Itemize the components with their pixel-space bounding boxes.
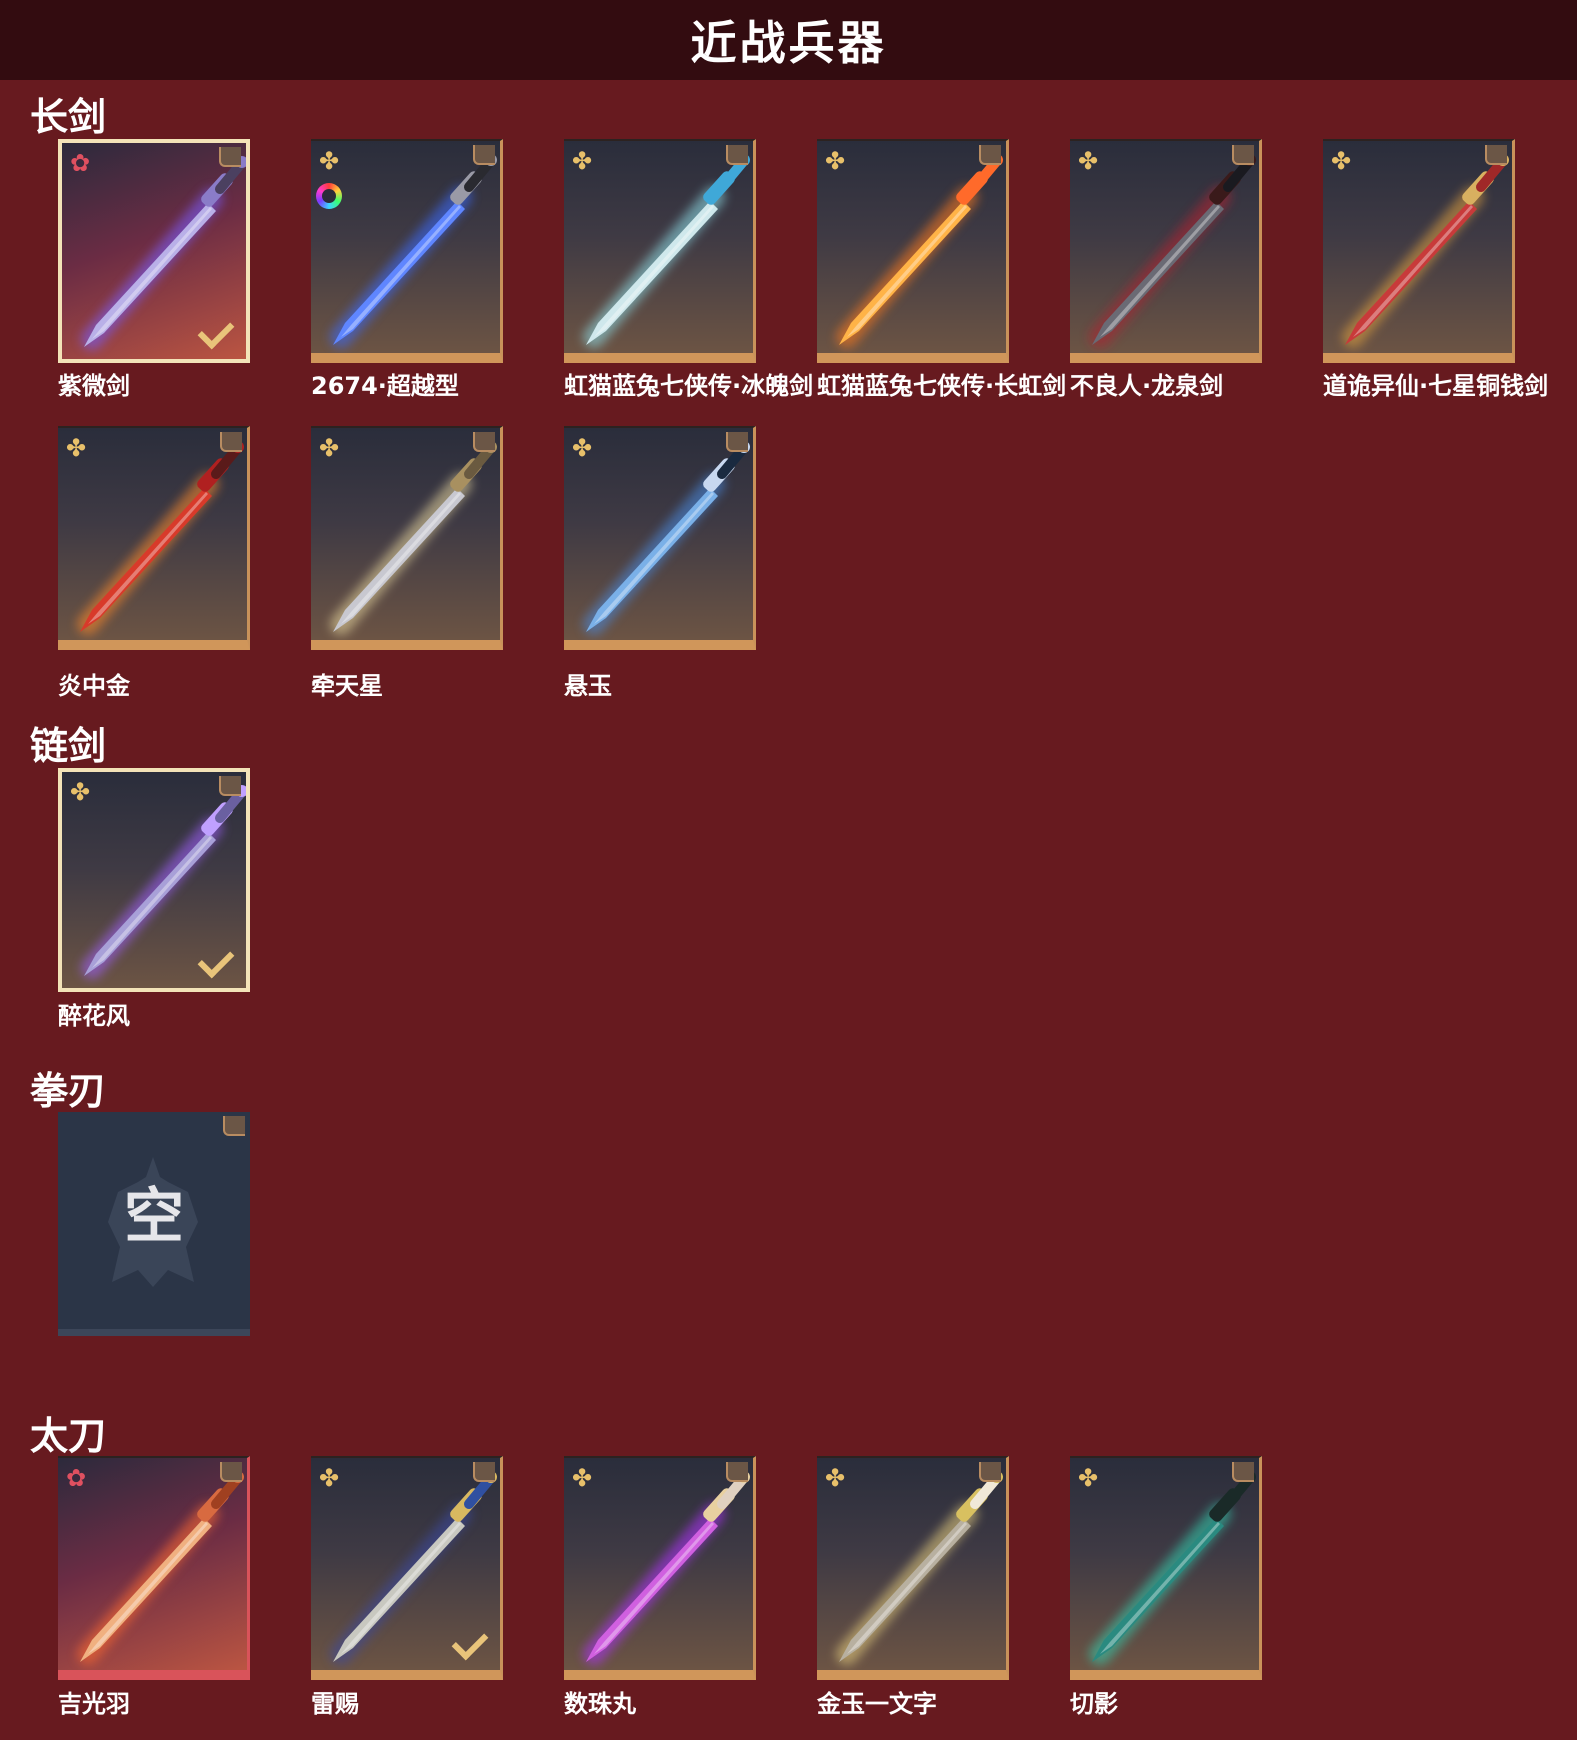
weapon-name: 虹猫蓝兔七侠传·长虹剑 <box>817 372 1067 400</box>
weapon-name: 切影 <box>1070 1690 1118 1718</box>
header-bar: 近战兵器 <box>0 0 1577 80</box>
card-frame: 空 <box>58 1112 250 1336</box>
card-frame: ✤ <box>817 1456 1009 1680</box>
section-title-fist-blade: 拳刃 <box>30 1069 107 1113</box>
weapon-name: 2674·超越型 <box>311 372 459 400</box>
card-frame: ✤ <box>1323 139 1515 363</box>
gold-flower-icon: ✤ <box>572 1464 593 1492</box>
weapon-card-qiantianxing[interactable]: ✤ <box>311 426 503 650</box>
corner-tag-icon <box>220 432 242 452</box>
corner-tag-icon <box>473 1462 495 1482</box>
weapon-card-zuihuafeng[interactable]: ✤ <box>58 768 250 992</box>
section-title-chain-sword: 链剑 <box>30 724 107 768</box>
card-frame: ✿ <box>58 139 250 363</box>
weapon-art <box>1089 154 1256 348</box>
card-frame: ✤ <box>311 426 503 650</box>
corner-tag-icon <box>223 1116 245 1136</box>
corner-tag-icon <box>726 432 748 452</box>
weapon-card-yanzhongjin[interactable]: ✤ <box>58 426 250 650</box>
corner-tag-icon <box>979 1462 1001 1482</box>
weapon-art <box>330 154 497 348</box>
corner-tag-icon <box>219 776 241 796</box>
corner-tag-icon <box>1232 145 1254 165</box>
card-frame: ✤ <box>311 1456 503 1680</box>
weapon-name: 雷赐 <box>311 1690 359 1718</box>
card-frame: ✤ <box>817 139 1009 363</box>
corner-tag-icon <box>726 145 748 165</box>
weapon-art <box>836 154 1003 348</box>
weapon-card-2674[interactable]: ✤ <box>311 139 503 363</box>
card-frame: ✿ <box>58 1456 250 1680</box>
corner-tag-icon <box>726 1462 748 1482</box>
gold-flower-icon: ✤ <box>1078 1464 1099 1492</box>
corner-tag-icon <box>473 145 495 165</box>
weapon-art <box>77 441 244 635</box>
gold-flower-icon: ✤ <box>70 778 91 806</box>
corner-tag-icon <box>1485 145 1507 165</box>
corner-tag-icon <box>979 145 1001 165</box>
section-title-tachi: 太刀 <box>30 1414 107 1458</box>
card-frame: ✤ <box>58 426 250 650</box>
weapon-card-shuzhuwan[interactable]: ✤ <box>564 1456 756 1680</box>
weapon-name: 不良人·龙泉剑 <box>1070 372 1224 400</box>
weapon-name: 醉花风 <box>58 1002 130 1030</box>
gold-flower-icon: ✤ <box>825 1464 846 1492</box>
red-star-icon: ✿ <box>66 1464 87 1492</box>
weapon-name: 道诡异仙·七星铜钱剑 <box>1323 372 1549 400</box>
gold-flower-icon: ✤ <box>572 147 593 175</box>
weapon-card-longquan-sword[interactable]: ✤ <box>1070 139 1262 363</box>
gold-flower-icon: ✤ <box>1078 147 1099 175</box>
weapon-art <box>77 1471 244 1665</box>
weapon-card-jiguangyu[interactable]: ✿ <box>58 1456 250 1680</box>
card-frame: ✤ <box>1070 1456 1262 1680</box>
weapon-card-changhong-sword[interactable]: ✤ <box>817 139 1009 363</box>
card-frame: ✤ <box>1070 139 1262 363</box>
card-frame: ✤ <box>311 139 503 363</box>
weapon-art <box>583 1471 750 1665</box>
weapon-name: 金玉一文字 <box>817 1690 937 1718</box>
weapon-name: 吉光羽 <box>58 1690 130 1718</box>
card-frame: ✤ <box>564 426 756 650</box>
weapon-card-bingpo-sword[interactable]: ✤ <box>564 139 756 363</box>
empty-weapon-slot[interactable]: 空 <box>58 1112 250 1336</box>
weapon-name: 炎中金 <box>58 672 130 700</box>
gold-flower-icon: ✤ <box>572 434 593 462</box>
weapon-card-ziwei-sword[interactable]: ✿ <box>58 139 250 363</box>
weapon-card-jinyu-ichimonji[interactable]: ✤ <box>817 1456 1009 1680</box>
page-title: 近战兵器 <box>690 16 887 70</box>
gold-flower-icon: ✤ <box>319 147 340 175</box>
weapon-art <box>836 1471 1003 1665</box>
section-title-longsword: 长剑 <box>30 95 107 139</box>
red-star-icon: ✿ <box>70 149 91 177</box>
gold-flower-icon: ✤ <box>66 434 87 462</box>
weapon-name: 紫微剑 <box>58 372 130 400</box>
color-wheel-icon <box>316 183 342 209</box>
gold-flower-icon: ✤ <box>825 147 846 175</box>
weapon-name: 悬玉 <box>564 672 612 700</box>
weapon-card-xuanyu[interactable]: ✤ <box>564 426 756 650</box>
card-frame: ✤ <box>58 768 250 992</box>
weapon-art <box>330 441 497 635</box>
corner-tag-icon <box>220 1462 242 1482</box>
corner-tag-icon <box>219 147 241 167</box>
card-frame: ✤ <box>564 1456 756 1680</box>
weapon-name: 虹猫蓝兔七侠传·冰魄剑 <box>564 372 814 400</box>
corner-tag-icon <box>473 432 495 452</box>
corner-tag-icon <box>1232 1462 1254 1482</box>
weapon-card-qieying[interactable]: ✤ <box>1070 1456 1262 1680</box>
gold-flower-icon: ✤ <box>319 434 340 462</box>
weapon-name: 数珠丸 <box>564 1690 636 1718</box>
weapon-card-qixing-coin-sword[interactable]: ✤ <box>1323 139 1515 363</box>
weapon-art <box>583 154 750 348</box>
weapon-art <box>1089 1471 1256 1665</box>
weapon-name: 牵天星 <box>311 672 383 700</box>
empty-slot-label: 空 <box>124 1182 184 1252</box>
weapon-card-leici[interactable]: ✤ <box>311 1456 503 1680</box>
gold-flower-icon: ✤ <box>1331 147 1352 175</box>
weapon-art <box>1342 154 1509 348</box>
card-frame: ✤ <box>564 139 756 363</box>
gold-flower-icon: ✤ <box>319 1464 340 1492</box>
weapon-art <box>583 441 750 635</box>
